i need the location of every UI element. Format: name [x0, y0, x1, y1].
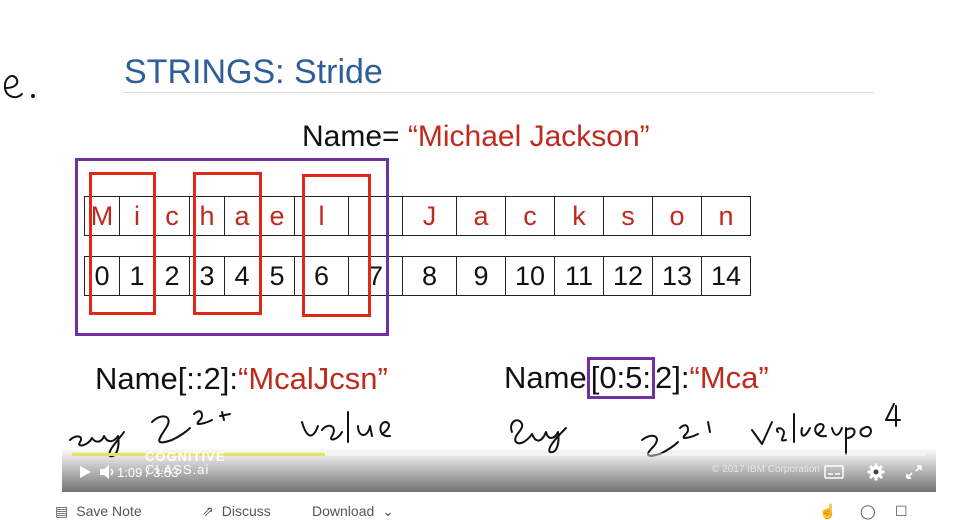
play-icon[interactable] [78, 464, 92, 480]
captions-icon[interactable] [824, 465, 844, 479]
bookmark-icon[interactable]: ☐ [895, 503, 908, 520]
example2-suffix: 2]: [655, 360, 690, 395]
title-divider [122, 92, 874, 93]
name-assignment: Name= “Michael Jackson” [302, 120, 650, 154]
example1-value: “McalJcsn” [238, 361, 388, 396]
index-cell: 9 [456, 256, 506, 296]
index-cell: 8 [402, 256, 457, 296]
chat-icon[interactable]: ◯ [860, 503, 876, 520]
char-cell: o [652, 196, 702, 236]
lecture-toolbar: ▤ Save Note ⇗ Discuss Download ⌄ ☝ ◯ ☐ [55, 500, 936, 520]
name-value: “Michael Jackson” [407, 120, 650, 153]
char-cell: c [505, 196, 555, 236]
discuss-label: Discuss [221, 503, 271, 519]
chevron-down-icon: ⌄ [382, 503, 394, 519]
time-display: 1:09 / 3:53 [117, 465, 179, 480]
fullscreen-icon[interactable] [905, 464, 923, 480]
index-cell: 13 [652, 256, 702, 296]
slide-copyright: © 2017 IBM Corporation [712, 464, 820, 475]
left-margin [0, 0, 62, 519]
settings-icon[interactable] [867, 463, 885, 481]
save-note-label: Save Note [76, 503, 142, 519]
slice-range-box [75, 158, 389, 336]
char-cell: k [554, 196, 604, 236]
char-cell: a [456, 196, 506, 236]
example2-value: “Mca” [689, 360, 769, 395]
external-link-icon: ⇗ [202, 503, 214, 519]
save-note-button[interactable]: ▤ Save Note [55, 503, 142, 520]
download-button[interactable]: Download ⌄ [312, 503, 394, 520]
volume-icon[interactable] [99, 464, 117, 480]
handwritten-e-scribble [3, 75, 35, 99]
note-icon: ▤ [55, 503, 69, 519]
char-cell: n [701, 196, 751, 236]
example2-prefix: Name [504, 360, 587, 395]
video-player[interactable]: STRINGS: Stride Name= “Michael Jackson” … [62, 0, 936, 492]
index-cell: 14 [701, 256, 751, 296]
slide-title: STRINGS: Stride [124, 53, 383, 91]
thumbs-up-icon[interactable]: ☝ [819, 503, 836, 520]
download-label: Download [312, 503, 375, 519]
char-cell: s [603, 196, 653, 236]
discuss-button[interactable]: ⇗ Discuss [202, 503, 271, 520]
name-label: Name= [302, 120, 400, 153]
index-cell: 11 [554, 256, 604, 296]
char-cell: J [402, 196, 457, 236]
index-cell: 12 [603, 256, 653, 296]
index-cell: 10 [505, 256, 555, 296]
example1-label: Name[::2]: [95, 361, 238, 396]
